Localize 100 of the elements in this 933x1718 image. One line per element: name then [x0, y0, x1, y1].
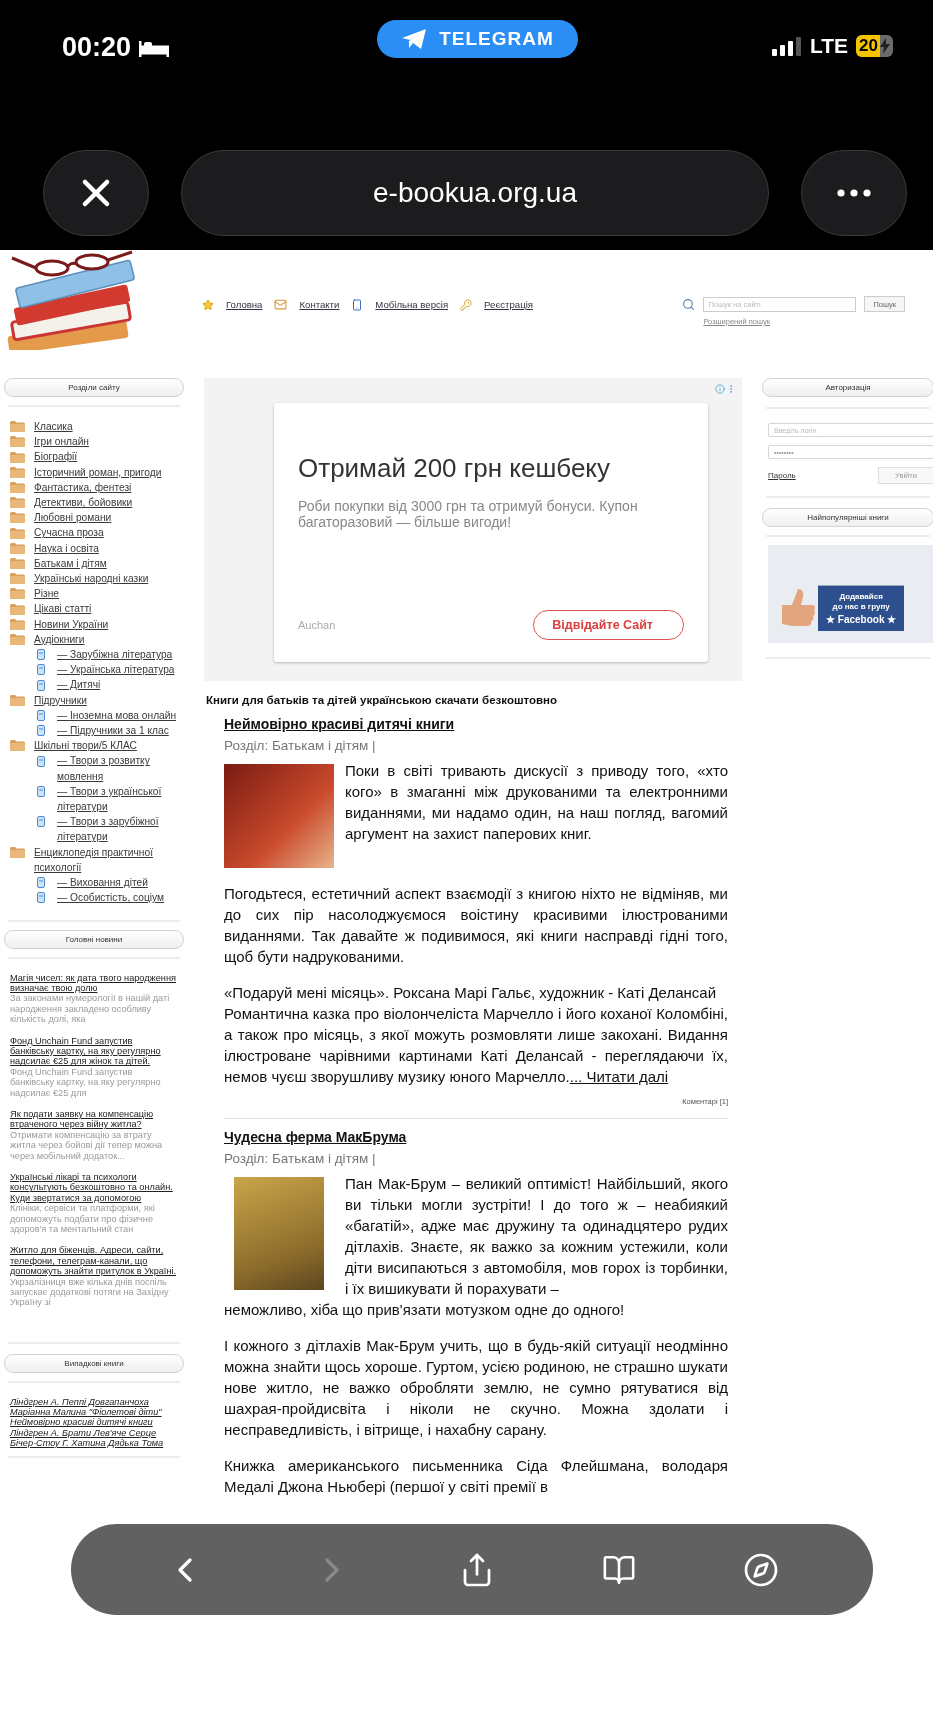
folder-icon: [10, 740, 25, 752]
folder-icon: [10, 557, 25, 569]
subcategory-link[interactable]: — Твори з зарубіжної літератури: [57, 814, 184, 845]
subcategory-link[interactable]: — Українська література: [57, 662, 175, 678]
document-icon: [37, 816, 45, 828]
subcategory-link[interactable]: — Дитячі: [57, 677, 101, 693]
subcategory-link[interactable]: — Підручники за 1 клас: [57, 723, 169, 739]
document-icon: [37, 877, 45, 889]
folder-icon: [10, 573, 25, 585]
article-paragraph: Пан Мак-Брум – великий оптиміст! Найбільший, якого ви тільки могли зустріти! І до того ж – неабиякий «багатій», адже має дружину та одинадцятеро рудих дітлахів. Знаєте, як важко за кожним устежили, коли діти висипаються з автомобіля, мов горох із торбинки, і їх вишикувати й порахувати –: [345, 1174, 728, 1299]
subcategory-link[interactable]: — Виховання дітей: [57, 875, 148, 891]
nav-link[interactable]: Головна: [226, 299, 263, 310]
folder-icon: [10, 512, 25, 524]
category-link[interactable]: Шкільні твори/5 КЛАС: [34, 738, 137, 754]
news-link[interactable]: Фонд Unchain Fund запустив банківську картку, на яку регулярно надсилає €25 для жінок та дітей.: [10, 1035, 178, 1067]
page-heading: Книги для батьків та дітей українською скачати безкоштовно: [206, 694, 559, 706]
paper-plane-icon: [401, 28, 428, 50]
battery-percent: 20: [856, 35, 880, 57]
book-link[interactable]: Бічер-Стоу Г. Хатина Дядька Тома: [10, 1438, 172, 1449]
section-header: Найпопулярніші книги: [762, 508, 933, 527]
news-summary: Укрзалізниця вже кілька днів поспіль запускає додаткові потяги на Західну Україну зі: [10, 1276, 170, 1308]
document-icon: [37, 679, 45, 691]
book-link[interactable]: Ліндгрен А. Брати Лев'яче Серце: [10, 1427, 172, 1439]
category-link[interactable]: Цікаві статті: [34, 601, 92, 617]
category-link[interactable]: Підручники: [34, 692, 87, 708]
news-link[interactable]: Магія чисел: як дата твого народження визначає твою долю: [10, 972, 178, 994]
news-link[interactable]: Українські лікарі та психологи консультують безкоштовно та онлайн. Куди звертатися за допомогою: [10, 1172, 178, 1204]
document-icon: [37, 649, 45, 661]
document-icon: [37, 892, 45, 904]
signal-icon: [771, 36, 802, 56]
book-subtitle: «Подаруй мені місяць». Роксана Марі Гальє, художник - Каті Делансай: [224, 983, 718, 1003]
document-icon: [37, 664, 45, 676]
document-icon: [37, 709, 45, 721]
document-icon: [37, 785, 45, 797]
category-link[interactable]: Детективи, бойовики: [34, 495, 133, 511]
category-link[interactable]: Батькам і дітям: [34, 555, 107, 572]
category-link[interactable]: Енциклопедія практичної психології: [34, 844, 184, 876]
folder-icon: [10, 451, 25, 463]
ad-advertiser: Auchan: [298, 619, 336, 631]
subcategory-link[interactable]: — Особистість, соціум: [57, 890, 165, 906]
article-paragraph: неможливо, хіба що прив'язати мотузком одне до одного!: [224, 1300, 626, 1320]
article-paragraph: Книжка американського письменника Сіда Флейшмана, володаря Медалі Джона Ньюбері (першої у світі премії в: [224, 1456, 728, 1497]
nav-link[interactable]: Мобільна версія: [375, 299, 449, 310]
news-link[interactable]: Як подати заявку на компенсацію втраченого через війну житла?: [10, 1108, 178, 1130]
subcategory-link[interactable]: — Твори з української літератури: [57, 783, 184, 815]
folder-icon: [10, 603, 25, 615]
folder-icon: [10, 694, 25, 706]
article-paragraph: Поки в світі тривають дискусії з приводу того, «хто кого» в змаганні між друкованими та електронними виданнями, ми надамо один, на наш погляд, вагомий аргумент на захист паперових книг.: [345, 761, 728, 844]
category-link[interactable]: Наука і освіта: [34, 540, 99, 556]
category-link[interactable]: Різне: [34, 586, 60, 602]
folder-icon: [10, 481, 25, 493]
folder-icon: [10, 618, 25, 630]
more-icon: [837, 189, 871, 197]
status-time: 00:20: [62, 32, 132, 63]
category-link[interactable]: Класика: [34, 419, 73, 435]
envelope-icon: [274, 298, 288, 311]
category-link[interactable]: Сучасна проза: [34, 525, 104, 541]
password-link[interactable]: Пароль: [768, 471, 796, 480]
book-link[interactable]: Ліндгрен А. Пеппі Довгапанчоха: [10, 1396, 172, 1408]
category-link[interactable]: Любовні романи: [34, 510, 112, 526]
nav-link[interactable]: Контакти: [299, 299, 340, 310]
address-bar[interactable]: e-bookua.org.ua: [181, 150, 769, 236]
read-more-link[interactable]: ... Читати далі: [569, 1068, 669, 1085]
folder-icon: [10, 846, 25, 858]
category-link[interactable]: Новини України: [34, 616, 109, 632]
article-paragraph: І кожного з дітлахів Мак-Брум учить, що в будь-якій ситуації неодмінно можна знайти щось хороше. Гуртом, усією родиною, не страшно шукати нове житло, не важко обробляти землю, не сумно рятуватися від шахрая-пройдисвіта і ніколи не скучно. Можна здолати і несправедливість, і вітрище, і нахабну сарану.: [224, 1336, 728, 1440]
book-link[interactable]: Неймовірно красиві дитячі книги: [10, 1417, 172, 1428]
banner-text: до нас в групу: [832, 602, 890, 612]
section-header: Головні новини: [4, 929, 184, 949]
category-link[interactable]: Фантастика, фентезі: [34, 479, 132, 495]
article-section: Розділ: Батькам і дітям |: [224, 1151, 728, 1166]
compass-button[interactable]: [743, 1551, 780, 1588]
section-header: Розділи сайту: [4, 378, 184, 397]
section-header: Авторизація: [762, 378, 933, 397]
category-link[interactable]: Ігри онлайн: [34, 434, 89, 450]
network-label: LTE: [809, 34, 849, 58]
subcategory-link[interactable]: — Твори з розвитку мовлення: [57, 753, 184, 784]
category-link[interactable]: Аудіокниги: [34, 631, 85, 648]
folder-icon: [10, 497, 25, 509]
folder-icon: [10, 588, 25, 600]
news-summary: За законами нумерології в нашій даті народження закладено особливу кількість долі, яка: [10, 993, 171, 1025]
banner-text: Додавайся: [839, 592, 883, 602]
category-link[interactable]: Українські народні казки: [34, 571, 149, 587]
section-header: Випадкові книги: [4, 1353, 184, 1373]
compass-icon: [743, 1551, 780, 1588]
category-link[interactable]: Біографії: [34, 449, 78, 465]
folder-icon: [10, 421, 25, 433]
subcategory-link[interactable]: — Іноземна мова онлайн: [57, 707, 177, 724]
article-title[interactable]: Чудесна ферма МакБрума: [224, 1129, 728, 1145]
subcategory-link[interactable]: — Зарубіжна література: [57, 647, 173, 663]
key-icon: [460, 298, 473, 311]
book-link[interactable]: Маріанна Малина "Фіолетові діти": [10, 1407, 172, 1418]
article-paragraph: Романтична казка про віолончеліста Марчелло і його коханої Коломбіні, а також про місяць, з якої можуть розмовляти лише закохані. Видання ілюстроване чарівними картинами Каті Делансай - переглядаючи їх, немов чуєш зворушливу музику юного Марчелло.... Читати далі: [224, 1004, 728, 1087]
folder-icon: [10, 527, 25, 539]
visit-site-button[interactable]: Відвідайте Сайт: [533, 610, 684, 640]
news-link[interactable]: Житло для біженців. Адреси, сайти, телефони, телеграм-канали, що допоможуть знайти притулок в Україні.: [10, 1245, 178, 1277]
nav-link[interactable]: Реєстрація: [484, 299, 533, 310]
article-title[interactable]: Неймовірно красиві дитячі книги: [224, 716, 728, 732]
article-paragraph: Погодьтеся, естетичний аспект взаємодії з книгою ніхто не відміняв, ми до сих пір насолоджуємося воістину красивими ілюстрованими виданнями. Так давайте ж подивимося, які книги насправді гідні того, щоб бути надрукованими.: [224, 884, 728, 967]
category-link[interactable]: Історичний роман, пригоди: [34, 464, 162, 480]
